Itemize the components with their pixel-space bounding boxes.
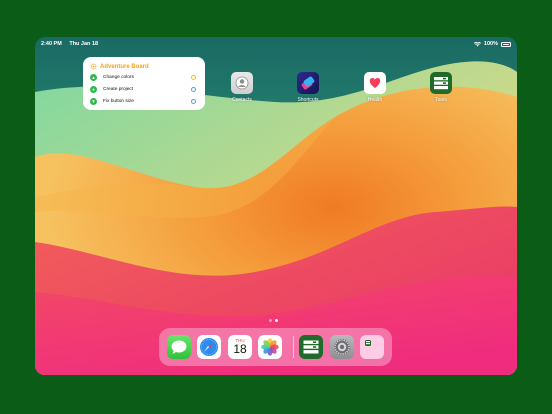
app-shortcuts[interactable]: Shortcuts (288, 72, 328, 103)
battery-icon (501, 41, 511, 47)
page-dot (269, 319, 272, 322)
triangle-down-icon: ▼ (90, 97, 97, 105)
triangle-up-icon: ▲ (90, 73, 97, 81)
widget-task-row[interactable]: ▼ Fix button size (90, 95, 198, 107)
contacts-icon (231, 72, 253, 94)
status-bar: 2:40 PM Thu Jan 18 100% (35, 37, 517, 51)
gear-icon (90, 63, 97, 70)
app-label: Tools (435, 97, 447, 103)
health-icon (364, 72, 386, 94)
widget-title: Adventure Board (100, 63, 149, 70)
app-library-icon[interactable] (360, 335, 384, 359)
app-health[interactable]: Health (355, 72, 395, 103)
page-indicator[interactable] (269, 319, 278, 322)
circle-icon: ● (90, 85, 97, 93)
calendar-date: 18 (233, 342, 247, 356)
wifi-icon (473, 41, 481, 46)
ipad-screen: 2:40 PM Thu Jan 18 100% Adventure Board … (35, 37, 517, 375)
tools-icon[interactable] (299, 335, 323, 359)
dock-separator (293, 336, 294, 358)
task-label: Change colors (103, 74, 134, 80)
battery-percentage: 100% (483, 41, 498, 47)
tools-icon (430, 72, 452, 94)
page-dot-active (275, 319, 278, 322)
photos-icon[interactable] (258, 335, 282, 359)
safari-icon[interactable] (197, 335, 221, 359)
widget-task-row[interactable]: ● Create project (90, 83, 198, 95)
checkbox-icon[interactable] (191, 86, 196, 92)
widget-task-row[interactable]: ▲ Change colors (90, 71, 198, 83)
app-label: Health (367, 97, 383, 103)
dock: THU 18 (159, 328, 392, 366)
task-label: Fix button size (103, 98, 134, 104)
checkbox-icon[interactable] (191, 98, 196, 104)
settings-icon[interactable] (330, 335, 354, 359)
task-label: Create project (103, 86, 134, 92)
messages-icon[interactable] (167, 335, 191, 359)
app-tools[interactable]: Tools (421, 72, 461, 103)
status-time: 2:40 PM (41, 41, 62, 47)
calendar-icon[interactable]: THU 18 (228, 335, 252, 359)
adventure-board-widget[interactable]: Adventure Board ▲ Change colors ● Create… (83, 57, 205, 110)
app-label: Shortcuts (297, 97, 319, 103)
app-contacts[interactable]: Contacts (222, 72, 262, 103)
shortcuts-icon (297, 72, 319, 94)
app-label: Contacts (232, 97, 252, 103)
checkbox-icon[interactable] (191, 74, 196, 80)
status-date: Thu Jan 18 (69, 41, 99, 47)
